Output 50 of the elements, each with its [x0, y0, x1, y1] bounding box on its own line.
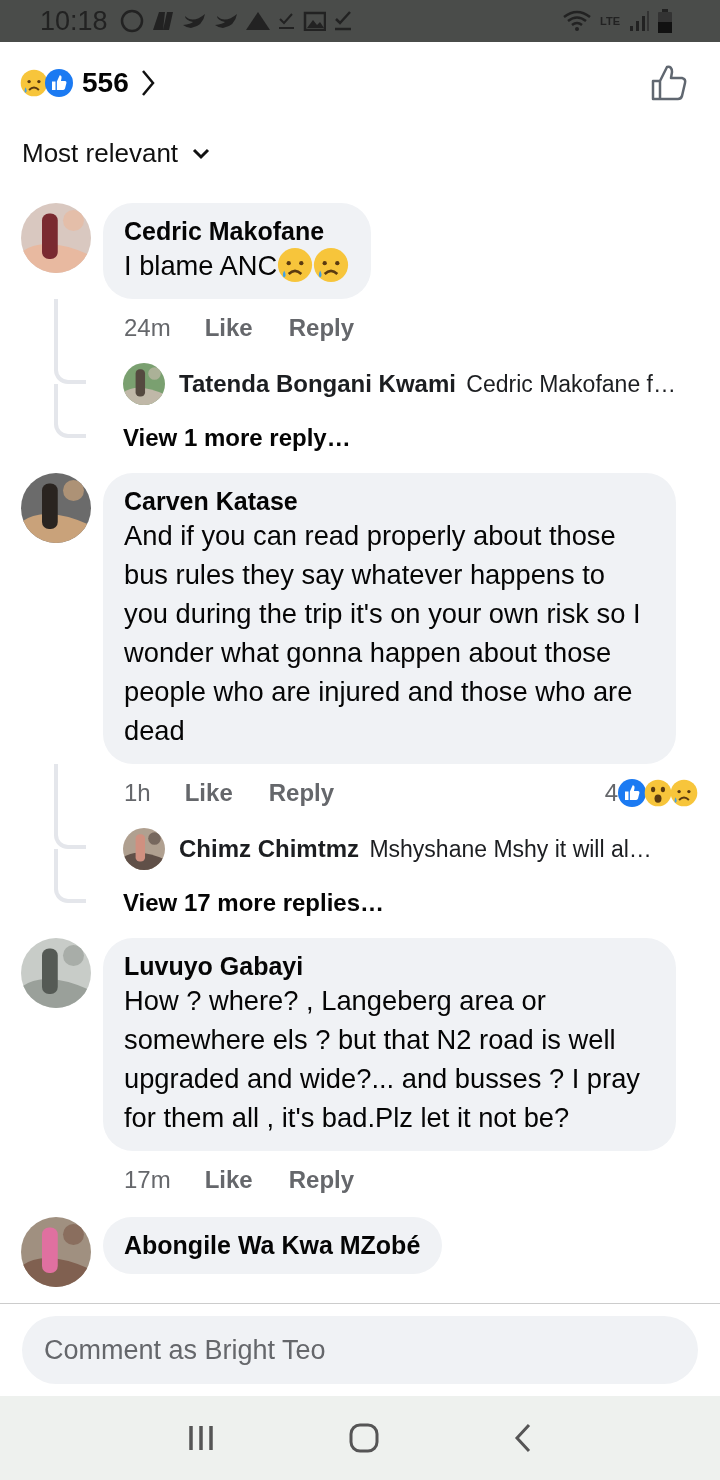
thread-connector — [54, 411, 86, 438]
reaction-count[interactable]: 556 — [82, 67, 129, 99]
sad-face-icon — [313, 247, 350, 283]
comment-time: 1h — [124, 779, 151, 807]
like-link[interactable]: Like — [184, 779, 233, 807]
comment-text: I blame ANC — [124, 249, 278, 283]
caret-icon — [192, 147, 211, 160]
reply-preview[interactable]: Chimz Chimtmz Mshyshane Mshy it will al… — [179, 835, 652, 863]
comment-time: 24m — [124, 314, 171, 342]
reply-preview[interactable]: Tatenda Bongani Kwami Cedric Makofane f… — [179, 370, 676, 398]
reply-link[interactable]: Reply — [288, 314, 355, 342]
check-icon — [277, 13, 295, 29]
like-link[interactable]: Like — [204, 314, 253, 342]
comment-author[interactable]: Carven Katase — [124, 487, 654, 516]
thumbs-up-icon — [45, 69, 73, 97]
chevron-right-icon[interactable] — [140, 69, 155, 97]
bird-icon — [213, 13, 238, 29]
thread-connector — [54, 357, 86, 384]
wifi-icon — [562, 10, 593, 32]
comment-text: How ? where? , Langeberg area or somewhere els ? but that N2 road is well upgraded and wide?... and busses ? I pray for them all , it's bad.Plz let it not be? — [124, 984, 641, 1135]
sad-face-icon — [277, 247, 314, 283]
comment-text: And if you can read properly about those bus rules they say whatever happens to you during the trip it's on your own risk so I wonder what gonna happen about those people who are injured and those who are dead — [124, 519, 642, 748]
bird-icon — [181, 13, 206, 29]
image-icon — [302, 11, 326, 31]
thread-connector — [54, 822, 86, 849]
comment-input-field[interactable]: Comment as Bright Teo — [22, 1316, 698, 1384]
comment-author[interactable]: Cedric Makofane — [124, 217, 350, 246]
comment-time: 17m — [124, 1166, 171, 1194]
back-icon[interactable] — [513, 1423, 533, 1453]
view-more-replies-link[interactable]: View 1 more reply… — [103, 424, 351, 452]
reaction-count[interactable]: 4 — [604, 779, 618, 807]
like-icon[interactable] — [650, 64, 688, 102]
reply-link[interactable]: Reply — [288, 1166, 355, 1194]
check-icon — [333, 11, 352, 31]
sad-face-icon — [670, 779, 698, 807]
thread-connector — [54, 876, 86, 903]
sort-dropdown[interactable]: Most relevant — [0, 124, 233, 183]
comment-author[interactable]: Luvuyo Gabayi — [124, 952, 654, 981]
battery-icon — [658, 9, 672, 33]
view-more-replies-link[interactable]: View 17 more replies… — [103, 889, 385, 917]
warning-icon — [245, 12, 270, 30]
like-link[interactable]: Like — [204, 1166, 253, 1194]
reply-link[interactable]: Reply — [268, 779, 335, 807]
surprised-face-icon — [644, 779, 672, 807]
sad-face-icon — [20, 69, 48, 97]
comment-author[interactable]: Abongile Wa Kwa MZobé — [124, 1231, 421, 1260]
home-icon[interactable] — [349, 1423, 379, 1453]
recent-apps-icon[interactable] — [187, 1424, 215, 1452]
signal-icon — [628, 10, 650, 32]
thumbs-up-icon — [618, 779, 646, 807]
